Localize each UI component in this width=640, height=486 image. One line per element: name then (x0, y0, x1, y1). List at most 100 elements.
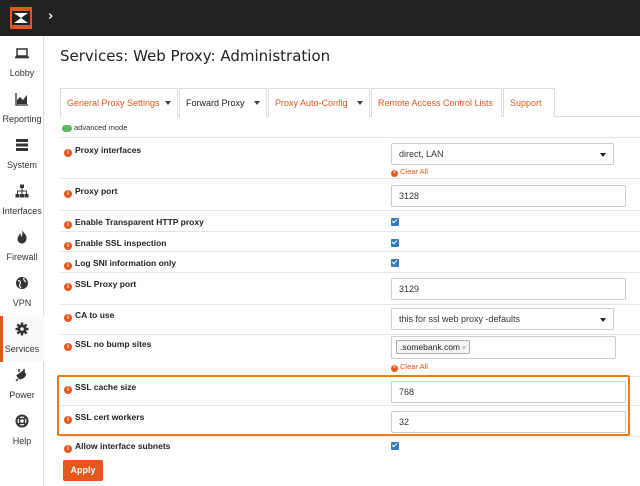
info-icon[interactable]: i (64, 343, 72, 351)
tab-remote-access-control-lists[interactable]: Remote Access Control Lists (371, 88, 502, 117)
row-transparent-proxy: i Enable Transparent HTTP proxy (60, 210, 640, 231)
info-icon[interactable]: i (64, 149, 72, 157)
sidebar-item-vpn[interactable]: VPN (0, 270, 44, 316)
row-proxy-port: i Proxy port 3128 (60, 178, 640, 210)
field-label: i Enable SSL inspection (64, 238, 166, 250)
ca-to-use-select[interactable]: this for ssl web proxy -defaults (391, 308, 614, 330)
field-label: i Log SNI information only (64, 258, 176, 270)
label-text: Proxy interfaces (75, 145, 142, 155)
row-ca-to-use: i CA to use this for ssl web proxy -defau… (60, 304, 640, 334)
sidebar-item-label: Services (4, 344, 40, 354)
row-ssl-inspection: i Enable SSL inspection (60, 231, 640, 251)
info-icon[interactable]: i (64, 242, 72, 250)
sidebar-item-help[interactable]: Help (0, 408, 44, 454)
sidebar-item-lobby[interactable]: Lobby (0, 40, 44, 86)
chevron-down-icon (600, 318, 606, 322)
toggle-switch-icon[interactable] (62, 124, 72, 132)
highlight-box (57, 375, 630, 436)
label-text: Allow interface subnets (75, 441, 171, 451)
apply-button[interactable]: Apply (63, 460, 103, 481)
globe-icon (16, 277, 28, 289)
clear-all-text: Clear All (400, 362, 428, 371)
remove-icon: × (391, 170, 398, 177)
sidebar-item-services[interactable]: Services (0, 316, 44, 362)
sidebar-toggle-chevron-icon[interactable]: › (48, 9, 53, 24)
tab-proxy-auto-config[interactable]: Proxy Auto-Config (268, 88, 370, 117)
sidebar-item-label: Reporting (2, 114, 42, 124)
gear-icon (15, 322, 29, 336)
label-text: SSL no bump sites (75, 339, 152, 349)
tab-label: Support (510, 98, 542, 108)
chevron-down-icon[interactable] (165, 101, 171, 105)
advanced-mode-toggle[interactable]: advanced mode (62, 123, 127, 133)
log-sni-checkbox[interactable] (391, 259, 399, 267)
sidebar-item-label: VPN (12, 298, 32, 308)
info-icon[interactable]: i (64, 190, 72, 198)
tab-label: Forward Proxy (186, 98, 245, 108)
field-label: i Allow interface subnets (64, 441, 170, 453)
sidebar-item-label: Firewall (6, 252, 38, 262)
server-icon (16, 139, 28, 151)
chevron-down-icon[interactable] (254, 101, 260, 105)
tab-label: Remote Access Control Lists (378, 98, 494, 108)
info-icon[interactable]: i (64, 314, 72, 322)
fire-icon (17, 230, 27, 244)
field-label: i CA to use (64, 310, 114, 322)
field-label: i Proxy port (64, 186, 118, 198)
label-text: Log SNI information only (75, 258, 177, 268)
sidebar-item-label: Lobby (9, 68, 35, 78)
field-label: i SSL Proxy port (64, 279, 136, 291)
ssl-no-bump-tags-input[interactable]: .somebank.com × (391, 336, 616, 359)
tab-label: Proxy Auto-Config (275, 98, 348, 108)
tab-forward-proxy[interactable]: Forward Proxy (179, 88, 267, 118)
clear-all-link[interactable]: × Clear All (391, 362, 428, 372)
plug-icon (15, 369, 26, 382)
tab-support[interactable]: Support (503, 88, 555, 117)
sidebar-item-label: System (6, 160, 37, 170)
row-proxy-interfaces: i Proxy interfaces direct, LAN × Clear All (60, 137, 640, 178)
tab-label: General Proxy Settings (67, 98, 160, 108)
row-log-sni: i Log SNI information only (60, 251, 640, 272)
proxy-interfaces-select[interactable]: direct, LAN (391, 143, 614, 165)
tag-chip: .somebank.com × (396, 340, 471, 354)
sidebar-item-interfaces[interactable]: Interfaces (0, 178, 44, 224)
opnsense-logo-icon[interactable] (8, 6, 34, 30)
allow-subnets-checkbox[interactable] (391, 442, 399, 450)
row-ssl-no-bump-sites: i SSL no bump sites .somebank.com × × Clear… (60, 334, 640, 376)
info-icon[interactable]: i (64, 445, 72, 453)
select-value: direct, LAN (399, 149, 444, 159)
laptop-icon (15, 48, 29, 59)
label-text: Enable Transparent HTTP proxy (75, 217, 204, 227)
info-icon[interactable]: i (64, 262, 72, 270)
ssl-inspection-checkbox[interactable] (391, 239, 399, 247)
chevron-down-icon (600, 153, 606, 157)
select-value: this for ssl web proxy -defaults (399, 314, 521, 324)
sidebar-item-power[interactable]: Power (0, 362, 44, 408)
proxy-port-input[interactable]: 3128 (391, 185, 626, 207)
sidebar: Lobby Reporting System Interfaces Firewa… (0, 36, 44, 486)
tab-bar: General Proxy Settings Forward Proxy Pro… (60, 88, 640, 118)
label-text: CA to use (75, 310, 115, 320)
sidebar-item-firewall[interactable]: Firewall (0, 224, 44, 270)
top-navbar: › (0, 0, 640, 36)
sidebar-item-label: Power (9, 390, 35, 400)
label-text: SSL Proxy port (75, 279, 137, 289)
chevron-down-icon[interactable] (357, 101, 363, 105)
ssl-proxy-port-input[interactable]: 3129 (391, 278, 626, 300)
transparent-proxy-checkbox[interactable] (391, 218, 399, 226)
area-chart-icon (15, 93, 28, 106)
row-ssl-proxy-port: i SSL Proxy port 3129 (60, 272, 640, 304)
tab-general-proxy-settings[interactable]: General Proxy Settings (60, 88, 178, 117)
sidebar-item-label: Interfaces (2, 206, 42, 216)
sidebar-item-reporting[interactable]: Reporting (0, 86, 44, 132)
sitemap-icon (15, 184, 29, 198)
label-text: Proxy port (75, 186, 118, 196)
sidebar-item-label: Help (12, 436, 32, 446)
field-label: i SSL no bump sites (64, 339, 151, 351)
sidebar-item-system[interactable]: System (0, 132, 44, 178)
tag-remove-icon[interactable]: × (462, 345, 466, 352)
info-icon[interactable]: i (64, 283, 72, 291)
info-icon[interactable]: i (64, 221, 72, 229)
tag-text: .somebank.com (400, 342, 460, 352)
clear-all-link[interactable]: × Clear All (391, 167, 428, 177)
